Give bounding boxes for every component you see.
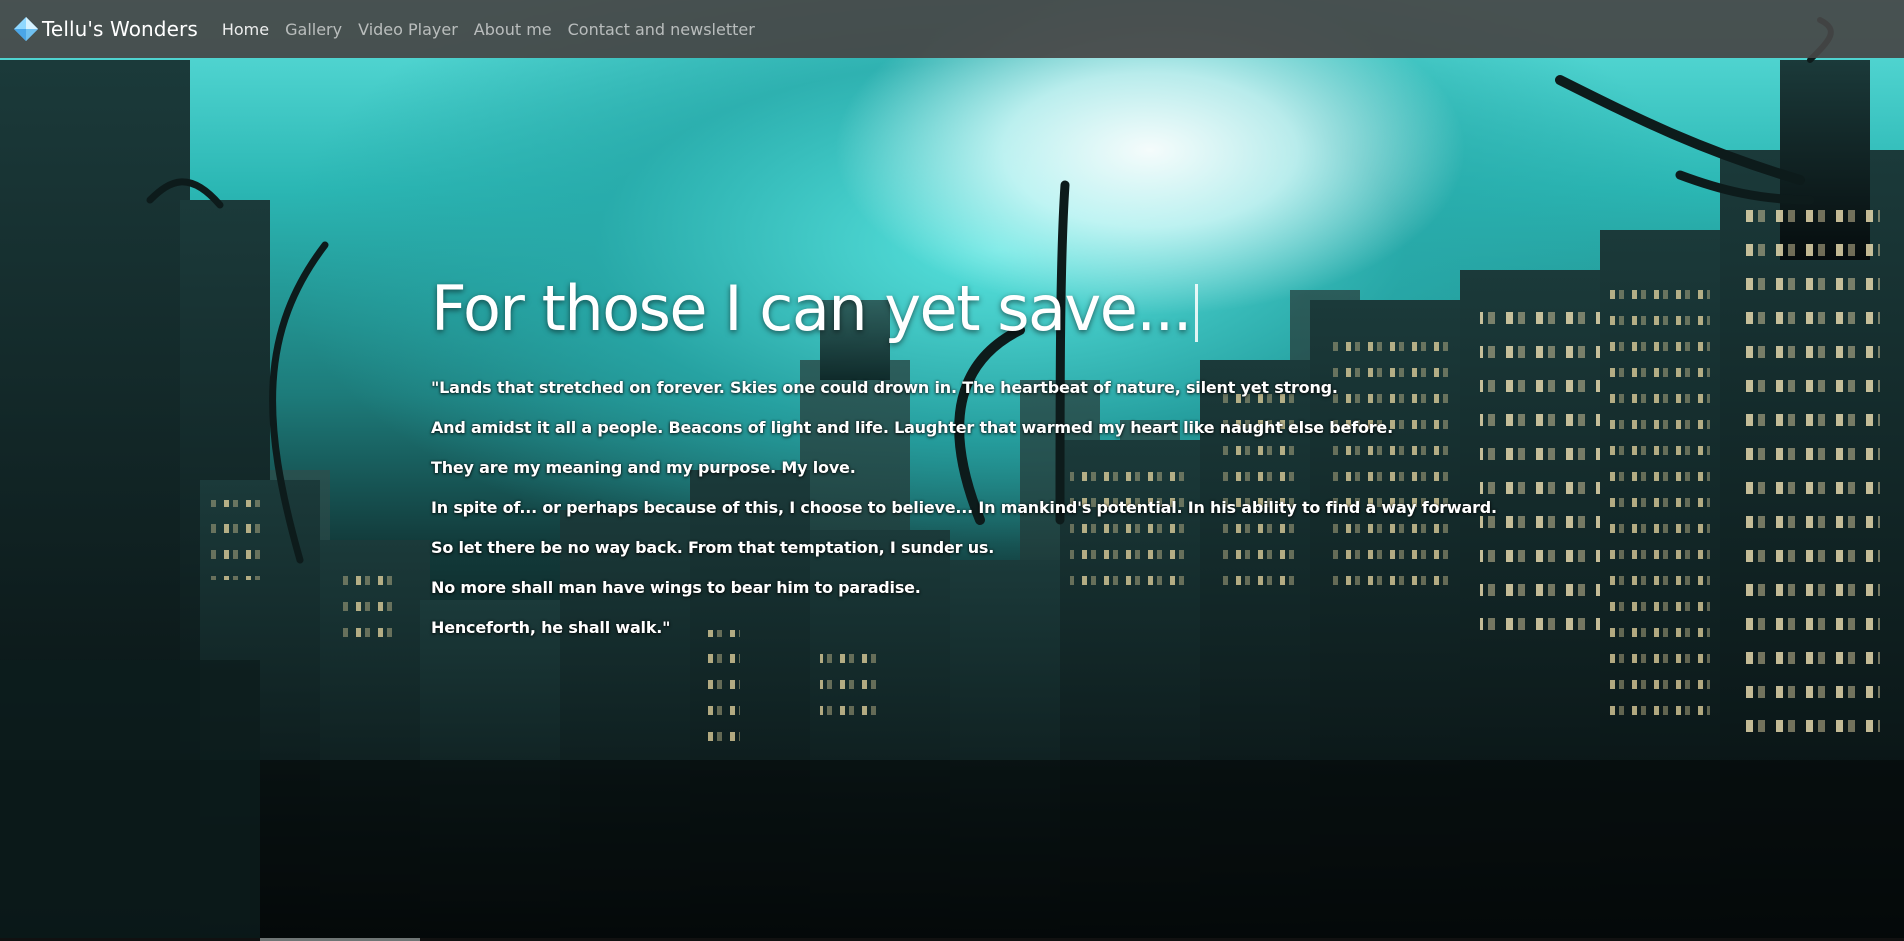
- nav-links: Home Gallery Video Player About me Conta…: [222, 20, 771, 39]
- nav-link-about-me[interactable]: About me: [474, 20, 552, 39]
- quote-line: They are my meaning and my purpose. My l…: [431, 458, 856, 477]
- top-navbar: Tellu's Wonders Home Gallery Video Playe…: [0, 0, 1904, 58]
- quote-line: "Lands that stretched on forever. Skies …: [431, 378, 1338, 397]
- brand-name: Tellu's Wonders: [42, 17, 198, 41]
- nav-link-home[interactable]: Home: [222, 20, 269, 39]
- headline-row: For those I can yet save...: [431, 268, 1531, 348]
- quote-line: And amidst it all a people. Beacons of l…: [431, 418, 1393, 437]
- brand-link[interactable]: Tellu's Wonders: [12, 15, 198, 43]
- typing-caret: [1194, 284, 1198, 342]
- nav-link-contact-newsletter[interactable]: Contact and newsletter: [568, 20, 755, 39]
- quote-line: Henceforth, he shall walk.": [431, 618, 671, 637]
- hero-headline: For those I can yet save...: [431, 272, 1192, 345]
- hero-quote: "Lands that stretched on forever. Skies …: [431, 378, 1531, 638]
- hero-content: For those I can yet save... "Lands that …: [431, 268, 1531, 658]
- page: Tellu's Wonders Home Gallery Video Playe…: [0, 0, 1904, 941]
- quote-line: So let there be no way back. From that t…: [431, 538, 995, 557]
- quote-line: In spite of... or perhaps because of thi…: [431, 498, 1497, 517]
- nav-link-gallery[interactable]: Gallery: [285, 20, 342, 39]
- diamond-gem-icon: [14, 17, 38, 41]
- nav-link-video-player[interactable]: Video Player: [358, 20, 458, 39]
- quote-line: No more shall man have wings to bear him…: [431, 578, 921, 597]
